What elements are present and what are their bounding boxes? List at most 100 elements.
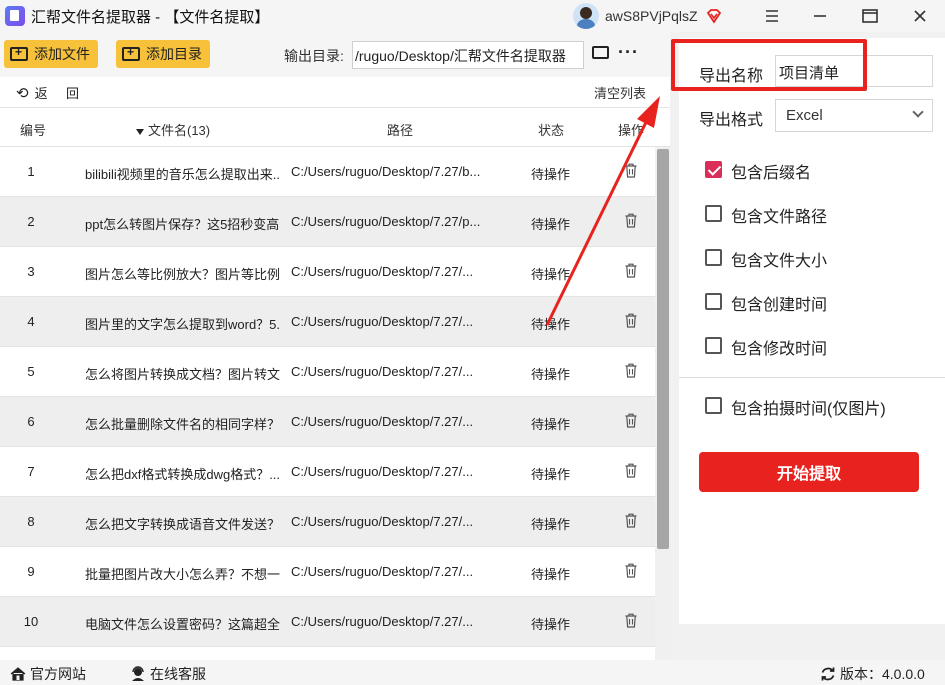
close-icon[interactable] (908, 4, 932, 28)
support-label: 在线客服 (150, 666, 206, 682)
output-dir-label: 输出目录: (284, 48, 344, 64)
option-label[interactable]: 包含修改时间 (731, 335, 827, 359)
row-path: C:/Users/ruguo/Desktop/7.27/... (291, 614, 474, 629)
option-checkbox[interactable] (705, 397, 722, 414)
table-row[interactable]: 6 怎么批量删除文件名的相同字样？... C:/Users/ruguo/Deskto… (0, 397, 655, 447)
table-row[interactable]: 1 bilibili视频里的音乐怎么提取出来... C:/Users/ruguo/D… (0, 147, 655, 197)
row-number: 1 (27, 164, 35, 179)
delete-icon[interactable] (625, 363, 637, 378)
row-filename: 怎么把文字转换成语音文件发送？... (85, 517, 280, 532)
menu-icon[interactable] (760, 4, 784, 28)
delete-icon[interactable] (625, 213, 637, 228)
add-dir-label: 添加目录 (146, 46, 202, 62)
row-status: 待操作 (531, 517, 571, 532)
table-row[interactable]: 3 图片怎么等比例放大？图片等比例... C:/Users/ruguo/Deskto… (0, 247, 655, 297)
more-icon[interactable]: ··· (618, 42, 639, 63)
row-number: 8 (27, 514, 35, 529)
clear-list-button[interactable]: 清空列表 (594, 83, 646, 102)
file-list-panel: 添加文件 添加目录 输出目录: /ruguo/Desktop/汇帮文件名提取器 … (0, 32, 670, 660)
row-number: 4 (27, 314, 35, 329)
row-filename: 图片怎么等比例放大？图片等比例... (85, 267, 280, 282)
header-path[interactable]: 路径 (387, 120, 413, 139)
header-name-label: 文件名(13) (148, 123, 211, 138)
option-checkbox[interactable] (705, 293, 722, 310)
maximize-icon[interactable] (858, 4, 882, 28)
delete-icon[interactable] (625, 413, 637, 428)
delete-icon[interactable] (625, 513, 637, 528)
file-table-body: 1 bilibili视频里的音乐怎么提取出来... C:/Users/ruguo/D… (0, 147, 655, 660)
website-link[interactable]: 官方网站 (10, 664, 86, 684)
row-status: 待操作 (531, 317, 571, 332)
row-number: 3 (27, 264, 35, 279)
option-label[interactable]: 包含文件大小 (731, 247, 827, 271)
minimize-icon[interactable] (808, 4, 832, 28)
option-label[interactable]: 包含后缀名 (731, 159, 811, 183)
vip-diamond-icon[interactable] (706, 8, 722, 24)
divider (679, 377, 945, 378)
table-row[interactable]: 2 ppt怎么转图片保存？这5招秒变高... C:/Users/ruguo/Desk… (0, 197, 655, 247)
table-row[interactable]: 9 批量把图片改大小怎么弄？不想一... C:/Users/ruguo/Deskto… (0, 547, 655, 597)
option-checkbox[interactable] (705, 205, 722, 222)
start-extract-button[interactable]: 开始提取 (699, 452, 919, 492)
header-name[interactable]: 文件名(13) (136, 120, 210, 139)
delete-icon[interactable] (625, 563, 637, 578)
option-label[interactable]: 包含文件路径 (731, 203, 827, 227)
header-status[interactable]: 状态 (538, 120, 564, 139)
row-status: 待操作 (531, 367, 571, 382)
output-dir-field[interactable]: /ruguo/Desktop/汇帮文件名提取器 (352, 41, 584, 69)
support-link[interactable]: 在线客服 (130, 664, 206, 684)
scrollbar[interactable] (655, 147, 670, 660)
app-logo-icon (5, 6, 25, 26)
delete-icon[interactable] (625, 313, 637, 328)
delete-icon[interactable] (625, 263, 637, 278)
website-label: 官方网站 (30, 666, 86, 682)
option-checkbox[interactable] (705, 161, 722, 178)
add-dir-button[interactable]: 添加目录 (116, 40, 210, 68)
chevron-down-icon (912, 106, 924, 118)
add-file-button[interactable]: 添加文件 (4, 40, 98, 68)
row-path: C:/Users/ruguo/Desktop/7.27/... (291, 314, 474, 329)
row-status: 待操作 (531, 617, 571, 632)
table-row[interactable]: 4 图片里的文字怎么提取到word？5... C:/Users/ruguo/Desk… (0, 297, 655, 347)
back-label: 返 (34, 86, 48, 101)
folder-icon[interactable] (592, 46, 609, 59)
row-path: C:/Users/ruguo/Desktop/7.27/... (291, 464, 474, 479)
option-checkbox[interactable] (705, 249, 722, 266)
username[interactable]: awS8PVjPqlsZ (605, 8, 698, 24)
add-file-icon (10, 45, 28, 61)
row-number: 2 (27, 214, 35, 229)
row-number: 5 (27, 364, 35, 379)
scrollbar-thumb[interactable] (657, 149, 669, 549)
row-path: C:/Users/ruguo/Desktop/7.27/... (291, 264, 474, 279)
row-status: 待操作 (531, 467, 571, 482)
export-format-select[interactable]: Excel (775, 99, 933, 132)
customer-service-icon (132, 666, 144, 681)
table-row[interactable]: 8 怎么把文字转换成语音文件发送？... C:/Users/ruguo/Deskto… (0, 497, 655, 547)
refresh-icon[interactable] (820, 666, 836, 682)
row-number: 10 (23, 614, 39, 629)
row-filename: 怎么把dxf格式转换成dwg格式？... (85, 467, 280, 482)
sort-down-icon[interactable] (136, 128, 144, 135)
add-folder-icon (122, 45, 140, 61)
avatar[interactable] (573, 3, 599, 29)
option-checkbox[interactable] (705, 337, 722, 354)
table-row[interactable]: 7 怎么把dxf格式转换成dwg格式？... C:/Users/ruguo/Desk… (0, 447, 655, 497)
delete-icon[interactable] (625, 463, 637, 478)
header-no[interactable]: 编号 (20, 120, 46, 139)
table-row[interactable]: 10 电脑文件怎么设置密码？这篇超全... C:/Users/ruguo/Deskt… (0, 597, 655, 647)
delete-icon[interactable] (625, 613, 637, 628)
option-label[interactable]: 包含创建时间 (731, 291, 827, 315)
export-format-label: 导出格式 (699, 112, 764, 129)
row-number: 7 (27, 464, 35, 479)
row-number: 6 (27, 414, 35, 429)
back-button[interactable]: ⟲ 返 (16, 83, 48, 102)
title-bar: 汇帮文件名提取器 - 【文件名提取】 awS8PVjPqlsZ (0, 0, 945, 32)
row-path: C:/Users/ruguo/Desktop/7.27/b... (291, 164, 481, 179)
delete-icon[interactable] (625, 163, 637, 178)
back-label-2[interactable]: 回 (66, 83, 79, 102)
add-file-label: 添加文件 (34, 46, 90, 62)
option-label[interactable]: 包含拍摄时间(仅图片) (731, 395, 886, 419)
row-filename: 图片里的文字怎么提取到word？5... (85, 317, 280, 332)
user-account[interactable]: awS8PVjPqlsZ (573, 3, 722, 29)
table-row[interactable]: 5 怎么将图片转换成文档？图片转文... C:/Users/ruguo/Deskto… (0, 347, 655, 397)
